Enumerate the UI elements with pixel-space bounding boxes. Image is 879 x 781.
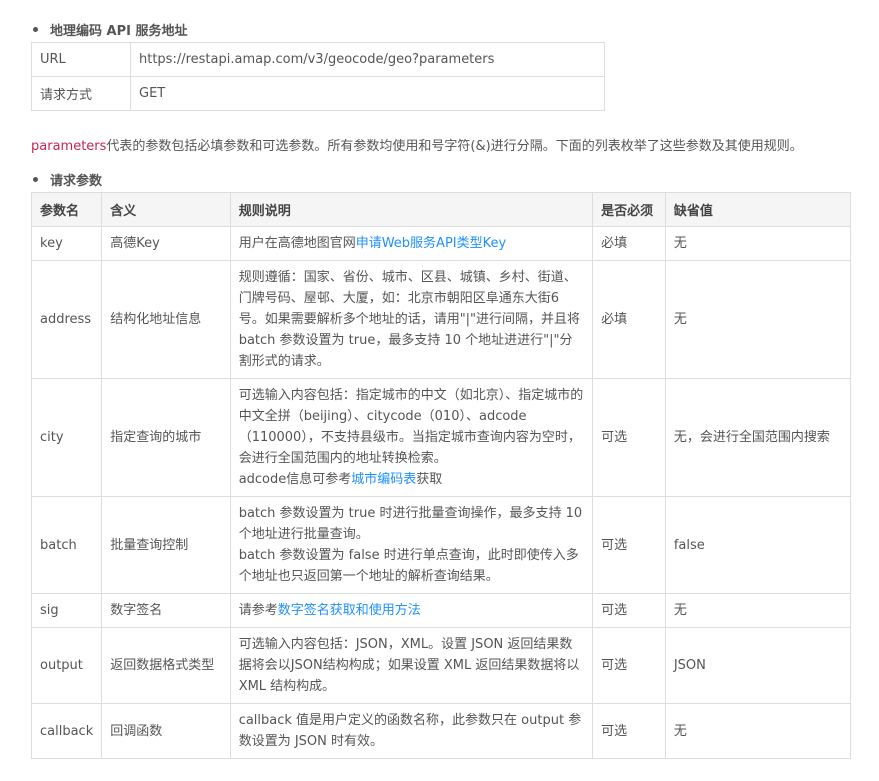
param-default: 无 [664, 593, 852, 628]
param-required: 可选 [592, 703, 666, 759]
param-default: 无，会进行全国范围内搜索 [664, 378, 852, 497]
col-header-meaning: 含义 [101, 192, 231, 227]
col-header-default: 缺省值 [664, 192, 852, 227]
bullet-dot-icon [33, 27, 38, 32]
signature-method-link[interactable]: 数字签名获取和使用方法 [278, 603, 421, 618]
param-default: false [664, 496, 852, 594]
rule-text-line2: batch 参数设置为 false 时进行单点查询，此时即使传入多个地址也只返回… [238, 548, 579, 584]
table-row: output 返回数据格式类型 可选输入内容包括：JSON，XML。设置 JSO… [30, 627, 852, 704]
param-rule: 可选输入内容包括：指定城市的中文（如北京）、指定城市的中文全拼（beijing）… [229, 378, 594, 497]
service-address-table: URL https://restapi.amap.com/v3/geocode/… [31, 42, 605, 111]
param-name: output [30, 627, 103, 704]
param-name: city [30, 378, 103, 497]
table-row: 请求方式 GET [31, 76, 605, 111]
table-row: city 指定查询的城市 可选输入内容包括：指定城市的中文（如北京）、指定城市的… [30, 378, 852, 497]
param-name: callback [30, 703, 103, 759]
param-default: 无 [664, 226, 852, 261]
param-default: 无 [664, 260, 852, 379]
param-required: 可选 [592, 593, 666, 628]
param-meaning: 高德Key [101, 226, 231, 261]
param-required: 可选 [592, 378, 666, 497]
request-params-table: 参数名 含义 规则说明 是否必须 缺省值 key 高德Key 用户在高德地图官网… [30, 192, 852, 759]
param-rule: 规则遵循：国家、省份、城市、区县、城镇、乡村、街道、门牌号码、屋邨、大厦，如：北… [229, 260, 594, 379]
table-row: address 结构化地址信息 规则遵循：国家、省份、城市、区县、城镇、乡村、街… [30, 260, 852, 379]
param-default: 无 [664, 703, 852, 759]
table-header-row: 参数名 含义 规则说明 是否必须 缺省值 [30, 192, 852, 227]
param-meaning: 结构化地址信息 [101, 260, 231, 379]
apply-key-link[interactable]: 申请Web服务API类型Key [356, 236, 506, 251]
param-meaning: 批量查询控制 [101, 496, 231, 594]
rule-text: 请参考 [238, 603, 278, 618]
rule-text: 可选输入内容包括：指定城市的中文（如北京）、指定城市的中文全拼（beijing）… [238, 388, 584, 466]
col-header-name: 参数名 [30, 192, 103, 227]
param-rule: batch 参数设置为 true 时进行批量查询操作，最多支持 10 个地址进行… [229, 496, 594, 594]
city-code-table-link[interactable]: 城市编码表 [351, 472, 416, 487]
method-value-cell: GET [130, 76, 605, 111]
param-meaning: 指定查询的城市 [101, 378, 231, 497]
parameters-intro-text: 代表的参数包括必填参数和可选参数。所有参数均使用和号字符(&)进行分隔。下面的列… [106, 139, 803, 154]
params-heading-text: 请求参数 [50, 174, 103, 189]
param-rule: 用户在高德地图官网申请Web服务API类型Key [229, 226, 594, 261]
table-row: URL https://restapi.amap.com/v3/geocode/… [31, 42, 605, 77]
rule-text: 用户在高德地图官网 [238, 236, 356, 251]
param-meaning: 数字签名 [101, 593, 231, 628]
url-value-cell: https://restapi.amap.com/v3/geocode/geo?… [130, 42, 605, 77]
table-row: key 高德Key 用户在高德地图官网申请Web服务API类型Key 必填 无 [30, 226, 852, 261]
method-key-cell: 请求方式 [31, 76, 131, 111]
param-meaning: 回调函数 [101, 703, 231, 759]
bullet-dot-icon [33, 177, 38, 182]
service-heading: 地理编码 API 服务地址 [33, 20, 187, 39]
param-default: JSON [664, 627, 852, 704]
param-required: 可选 [592, 496, 666, 594]
param-meaning: 返回数据格式类型 [101, 627, 231, 704]
rule-text: adcode信息可参考 [238, 472, 352, 487]
param-required: 必填 [592, 260, 666, 379]
url-key-cell: URL [31, 42, 131, 77]
param-required: 必填 [592, 226, 666, 261]
param-name: key [30, 226, 103, 261]
param-name: batch [30, 496, 103, 594]
rule-text: 获取 [416, 472, 443, 487]
param-rule: 可选输入内容包括：JSON，XML。设置 JSON 返回结果数据将会以JSON结… [229, 627, 594, 704]
params-heading: 请求参数 [33, 170, 102, 189]
rule-text-line2: adcode信息可参考城市编码表获取 [239, 469, 584, 490]
param-rule: 请参考数字签名获取和使用方法 [229, 593, 594, 628]
table-row: sig 数字签名 请参考数字签名获取和使用方法 可选 无 [30, 593, 852, 628]
col-header-rule: 规则说明 [229, 192, 594, 227]
parameters-intro: parameters代表的参数包括必填参数和可选参数。所有参数均使用和号字符(&… [31, 135, 861, 154]
rule-text: batch 参数设置为 true 时进行批量查询操作，最多支持 10 个地址进行… [238, 506, 583, 542]
param-rule: callback 值是用户定义的函数名称，此参数只在 output 参数设置为 … [229, 703, 594, 759]
service-heading-text: 地理编码 API 服务地址 [50, 24, 188, 39]
param-name: address [30, 260, 103, 379]
param-name: sig [30, 593, 103, 628]
col-header-required: 是否必须 [592, 192, 666, 227]
param-required: 可选 [592, 627, 666, 704]
parameters-code: parameters [31, 139, 107, 154]
table-row: batch 批量查询控制 batch 参数设置为 true 时进行批量查询操作，… [30, 496, 852, 594]
table-row: callback 回调函数 callback 值是用户定义的函数名称，此参数只在… [30, 703, 852, 759]
